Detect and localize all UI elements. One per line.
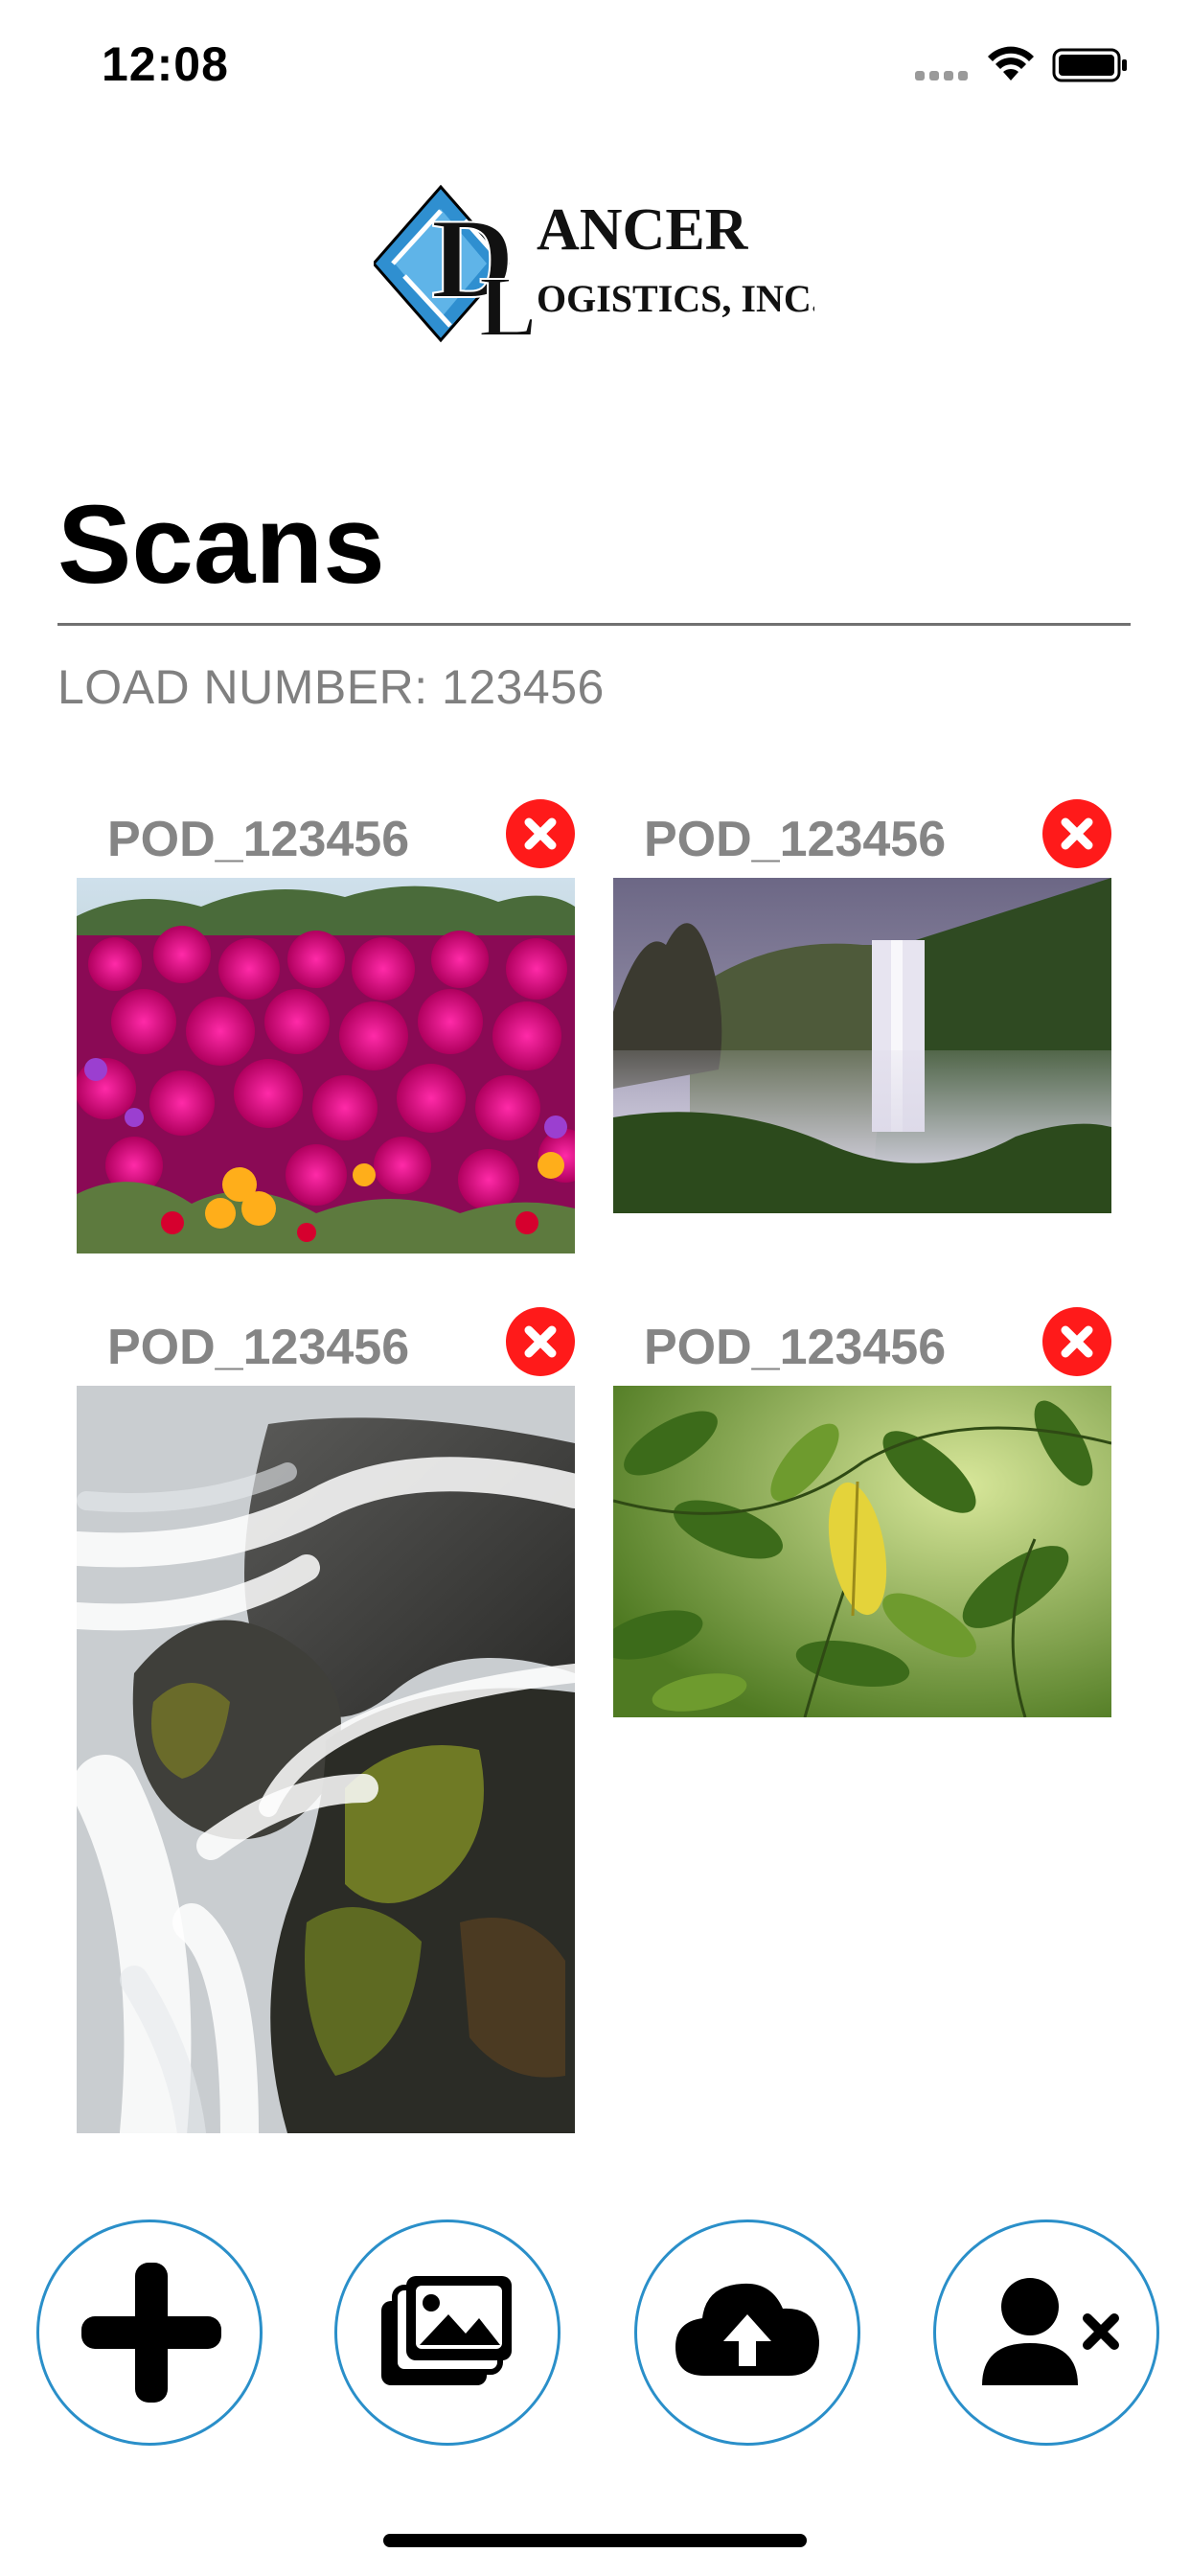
status-bar: 12:08: [0, 0, 1190, 134]
scan-card: POD_123456: [613, 1307, 1111, 1725]
user-remove-icon: [982, 2278, 1119, 2385]
scan-image[interactable]: [613, 878, 1111, 1213]
wifi-icon: [988, 46, 1034, 80]
scan-label: POD_123456: [644, 1320, 947, 1375]
plus-icon: [81, 2263, 221, 2403]
battery-icon: [1052, 48, 1127, 82]
svg-text:OGISTICS, INC.: OGISTICS, INC.: [537, 277, 814, 320]
scan-label: POD_123456: [644, 812, 947, 867]
add-scan-button[interactable]: [36, 2220, 263, 2446]
delete-scan-button[interactable]: [1042, 799, 1111, 868]
close-icon: [1061, 1325, 1093, 1358]
cellular-signal-icon: [915, 71, 969, 84]
scan-image[interactable]: [77, 1386, 575, 2133]
status-time: 12:08: [102, 37, 229, 91]
svg-text:ANCER: ANCER: [537, 197, 749, 263]
scan-image[interactable]: [613, 1386, 1111, 1717]
upload-button[interactable]: [634, 2220, 860, 2446]
scan-card: POD_123456: [77, 1307, 575, 2137]
close-icon: [1061, 817, 1093, 850]
home-indicator: [383, 2534, 807, 2547]
scan-image[interactable]: [77, 878, 575, 1254]
gallery-button[interactable]: [334, 2220, 561, 2446]
delete-scan-button[interactable]: [1042, 1307, 1111, 1376]
close-icon: [524, 1325, 557, 1358]
remove-user-button[interactable]: [933, 2220, 1159, 2446]
scan-card: POD_123456: [77, 799, 575, 1255]
load-number: LOAD NUMBER: 123456: [57, 660, 605, 714]
title-divider: [57, 623, 1131, 626]
scan-label: POD_123456: [107, 812, 410, 867]
gallery-icon: [381, 2276, 512, 2385]
scan-card: POD_123456: [613, 799, 1111, 1217]
page-title: Scans: [57, 482, 385, 607]
scan-label: POD_123456: [107, 1320, 410, 1375]
delete-scan-button[interactable]: [506, 799, 575, 868]
svg-text:L: L: [479, 260, 537, 345]
company-logo: D L ANCER OGISTICS, INC.: [374, 184, 814, 345]
close-icon: [524, 817, 557, 850]
cloud-upload-icon: [675, 2283, 819, 2376]
delete-scan-button[interactable]: [506, 1307, 575, 1376]
